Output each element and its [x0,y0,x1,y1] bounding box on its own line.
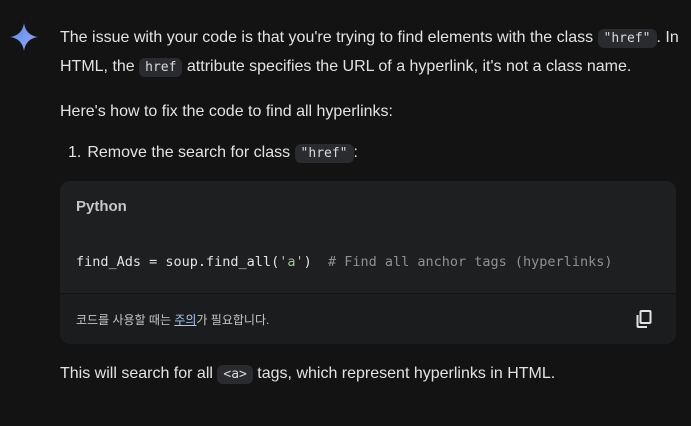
closing-paragraph: This will search for all <a> tags, which… [60,365,556,384]
code-language-label: Python [76,197,127,215]
explanation-paragraph: The issue with your code is that you're … [60,29,679,77]
inline-code-href-class: "href" [294,144,354,163]
fix-intro-paragraph: Here's how to fix the code to find all h… [60,103,393,120]
response-message: The issue with your code is that you're … [60,24,680,389]
inline-code-href-class: "href" [597,29,657,48]
caution-link[interactable]: 주의 [174,313,196,327]
caution-notice: 코드를 사용할 때는 주의가 필요합니다. [76,312,270,327]
inline-code-anchor: <a> [217,365,253,384]
code-footer: 코드를 사용할 때는 주의가 필요합니다. [60,293,676,344]
copy-icon [636,310,652,328]
code-comment: # Find all anchor tags (hyperlinks) [327,254,613,270]
gemini-sparkle-icon [9,22,39,52]
list-item: 1. Remove the search for class "href": [68,139,680,168]
list-number: 1. [68,144,82,161]
list-item-text: Remove the search for class "href": [87,144,358,163]
inline-code-href-attr: href [139,58,183,77]
copy-code-button[interactable] [634,309,654,329]
code-content[interactable]: find_Ads = soup.find_all('a') # Find all… [60,231,676,293]
code-block: Python find_Ads = soup.find_all('a') # F… [60,181,676,344]
